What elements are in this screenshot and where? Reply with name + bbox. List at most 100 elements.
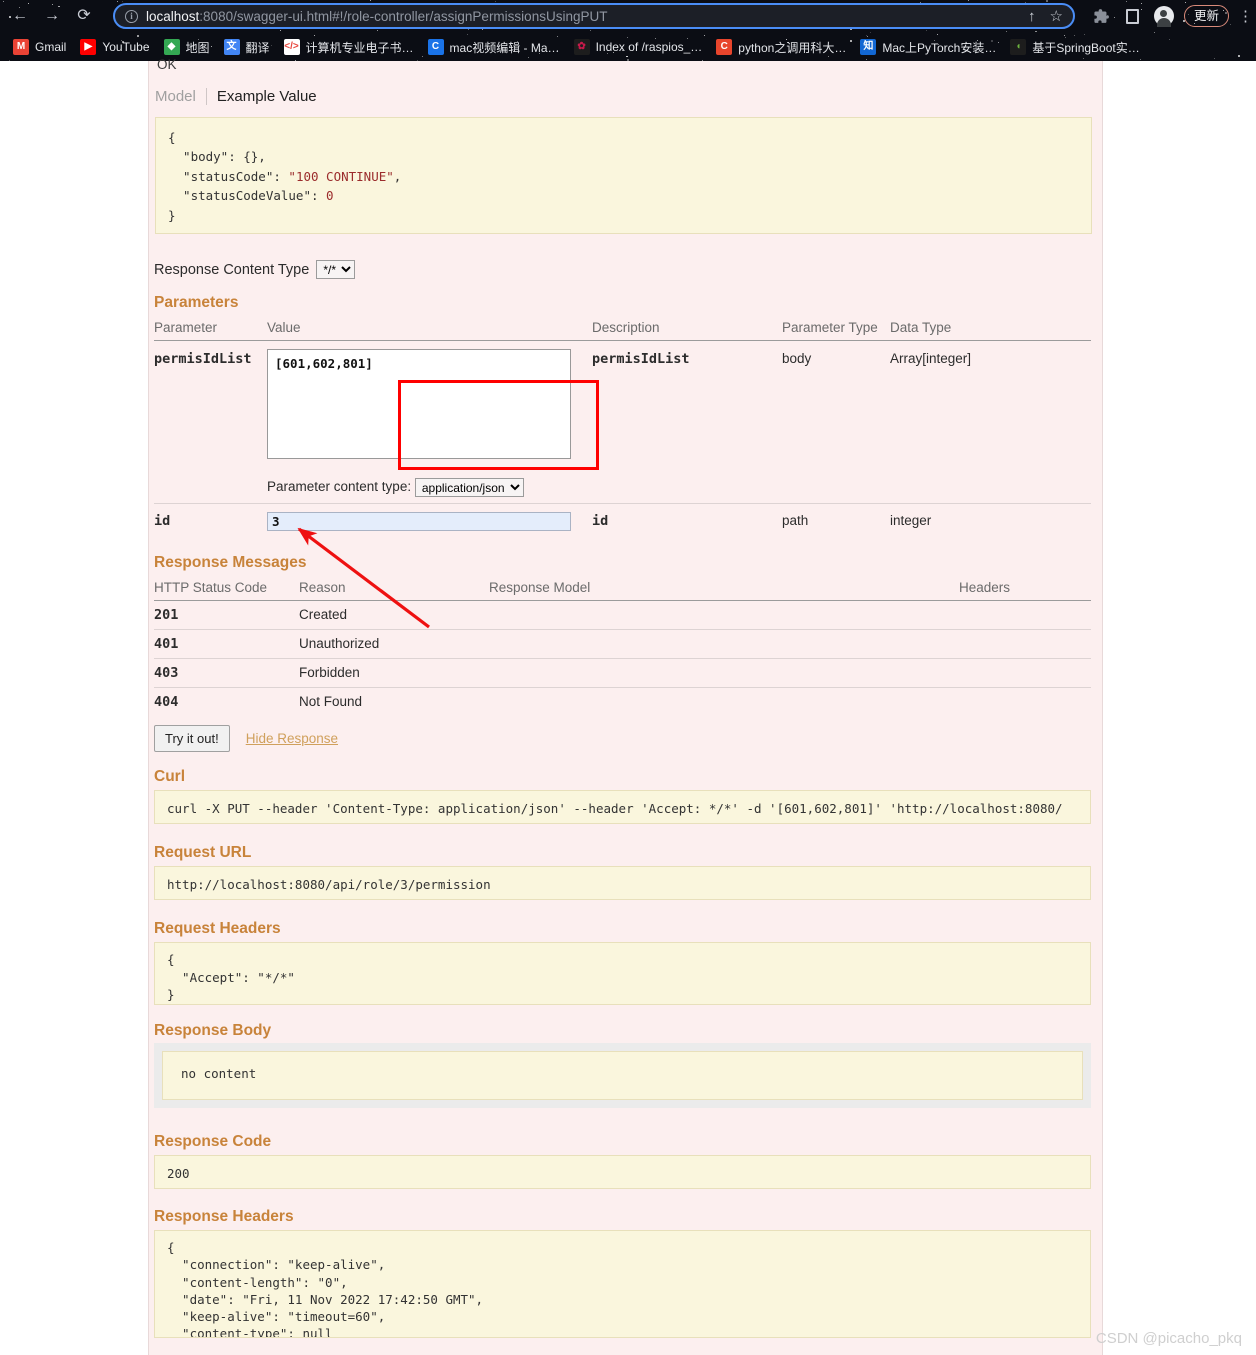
bookmark-label: 基于SpringBoot实… — [1032, 40, 1140, 55]
curl-heading: Curl — [154, 768, 185, 785]
table-row: 201 Created — [154, 600, 1091, 630]
col-http-status-code: HTTP Status Code — [154, 577, 299, 601]
table-row: permisIdList Parameter content type: app… — [154, 340, 1091, 504]
bookmark-label: Index of /raspios_… — [595, 40, 703, 54]
param-name-body: permisIdList — [154, 340, 267, 504]
response-headers-heading: Response Headers — [154, 1208, 294, 1225]
tab-example-value[interactable]: Example Value — [205, 87, 327, 105]
bookmark-favicon-icon: C — [716, 39, 733, 55]
bookmark-item[interactable]: ◆ 地图 — [157, 36, 217, 58]
csdn-watermark: CSDN @picacho_pkq — [1095, 1330, 1242, 1347]
col-value: Value — [267, 317, 592, 341]
extensions-puzzle-icon[interactable] — [1091, 5, 1113, 27]
status-headers — [959, 658, 1091, 688]
bookmarks-bar: M Gmail ▶ YouTube ◆ 地图文翻译 </> 计算机专业电子书… Cmac视频编辑… — [0, 33, 1256, 61]
response-headers-box: { "connection": "keep-alive", "content-l… — [154, 1230, 1091, 1338]
response-content-type-label: Response Content Type — [154, 261, 310, 278]
param-type-id: path — [782, 513, 809, 528]
response-code-heading: Response Code — [154, 1133, 272, 1150]
back-arrow-icon[interactable]: ← — [6, 2, 34, 30]
request-headers-heading: Request Headers — [154, 920, 281, 937]
bookmark-item[interactable]: ▶ YouTube — [73, 36, 156, 58]
browser-toolbar-right: 更新 ⋮ — [1091, 0, 1253, 32]
bookmark-label: Gmail — [35, 40, 67, 54]
example-line-3-value: "100 CONTINUE" — [288, 168, 394, 184]
param-type-body: body — [782, 340, 890, 504]
status-model — [489, 688, 959, 717]
parameter-content-type-select[interactable]: application/json — [414, 478, 524, 497]
bookmark-label: python之调用科大… — [738, 40, 847, 55]
response-messages-header-row: HTTP Status Code Reason Response Model H… — [154, 577, 1091, 601]
body-value-textarea[interactable] — [267, 349, 571, 459]
status-code: 201 — [154, 600, 299, 630]
try-it-out-button[interactable]: Try it out! — [154, 725, 230, 752]
bookmark-favicon-icon: ▶ — [80, 39, 97, 55]
browser-menu-icon[interactable]: ⋮ — [1238, 9, 1253, 24]
bookmark-item[interactable]: Cpython之调用科大… — [709, 36, 853, 58]
bookmark-item[interactable]: 文翻译 — [217, 36, 277, 58]
table-row: id id path integer — [154, 504, 1091, 538]
update-button[interactable]: 更新 — [1183, 5, 1229, 27]
example-line-3-key: "statusCode": — [168, 168, 289, 184]
bookmark-item[interactable]: Cmac视频编辑 - Ma… — [421, 36, 567, 58]
example-value-code: { "body": {}, "statusCode": "100 CONTINU… — [155, 117, 1092, 234]
share-icon[interactable]: ↑ — [1028, 9, 1036, 24]
bookmark-label: 地图 — [185, 40, 210, 55]
bookmark-label: 计算机专业电子书… — [305, 40, 414, 55]
response-body-wrapper: no content — [154, 1043, 1091, 1108]
response-messages-heading: Response Messages — [154, 554, 307, 571]
id-value-input[interactable] — [267, 512, 571, 531]
example-line-4-key: "statusCodeValue": — [168, 188, 327, 204]
bookmark-favicon-icon: ◖ — [1010, 39, 1027, 55]
response-messages-table: HTTP Status Code Reason Response Model H… — [154, 577, 1091, 716]
hide-response-link[interactable]: Hide Response — [246, 731, 338, 746]
address-bar[interactable]: i localhost:8080/swagger-ui.html#!/role-… — [113, 3, 1075, 29]
bookmark-item[interactable]: 知 Mac上PyTorch安装… — [853, 36, 1003, 58]
example-line-1: { — [168, 130, 176, 145]
param-description-id: id — [592, 513, 609, 529]
bookmark-favicon-icon: 文 — [223, 39, 240, 55]
bookmark-star-icon[interactable]: ☆ — [1050, 9, 1063, 24]
parameters-table: Parameter Value Description Parameter Ty… — [154, 317, 1091, 537]
reload-icon[interactable]: ⟳ — [70, 2, 98, 30]
status-reason: Not Found — [299, 694, 363, 709]
bookmark-label: Mac上PyTorch安装… — [882, 40, 997, 55]
param-datatype-body: Array[integer] — [890, 340, 1091, 504]
bookmark-favicon-icon: ✿ — [573, 39, 590, 55]
status-model — [489, 658, 959, 688]
bookmark-item[interactable]: ◖ 基于SpringBoot实… — [1003, 36, 1146, 58]
col-parameter-type: Parameter Type — [782, 317, 890, 341]
site-info-icon[interactable]: i — [125, 9, 138, 23]
bookmark-item[interactable]: </> 计算机专业电子书… — [277, 36, 421, 58]
bookmark-favicon-icon: M — [13, 39, 29, 55]
response-content-type-select[interactable]: */* — [316, 260, 356, 279]
tab-model[interactable]: Model — [155, 88, 206, 105]
bookmark-item[interactable]: ✿ Index of /raspios_… — [567, 36, 710, 58]
example-line-5: } — [168, 207, 176, 223]
browser-chrome: ← → ⟳ i localhost:8080/swagger-ui.html#!… — [0, 0, 1256, 61]
bookmark-label: mac视频编辑 - Ma… — [449, 40, 560, 55]
bookmark-label: YouTube — [102, 40, 150, 54]
profile-avatar-icon[interactable] — [1153, 5, 1175, 27]
param-name-id: id — [154, 513, 171, 529]
bookmark-favicon-icon: C — [427, 39, 444, 55]
forward-arrow-icon[interactable]: → — [38, 2, 66, 30]
col-data-type: Data Type — [890, 317, 1091, 341]
table-row: 403 Forbidden — [154, 658, 1091, 688]
status-headers — [959, 600, 1091, 630]
cast-icon[interactable] — [1122, 5, 1144, 27]
param-description-body: permisIdList — [592, 340, 782, 504]
status-headers — [959, 629, 1091, 659]
bookmark-item[interactable]: M Gmail — [6, 36, 73, 58]
col-headers: Headers — [959, 577, 1091, 601]
response-code-box: 200 — [154, 1155, 1091, 1189]
param-datatype-id: integer — [890, 513, 932, 528]
request-url-box: http://localhost:8080/api/role/3/permiss… — [154, 866, 1091, 900]
browser-nav-bar: ← → ⟳ i localhost:8080/swagger-ui.html#!… — [0, 0, 1256, 32]
status-code: 401 — [154, 629, 299, 659]
response-body-box: no content — [162, 1051, 1083, 1100]
response-body-heading: Response Body — [154, 1022, 272, 1039]
bookmark-label: 翻译 — [245, 40, 270, 55]
swagger-operation-panel: OK Model Example Value { "body": {}, "st… — [148, 57, 1103, 1355]
request-url-heading: Request URL — [154, 844, 252, 861]
